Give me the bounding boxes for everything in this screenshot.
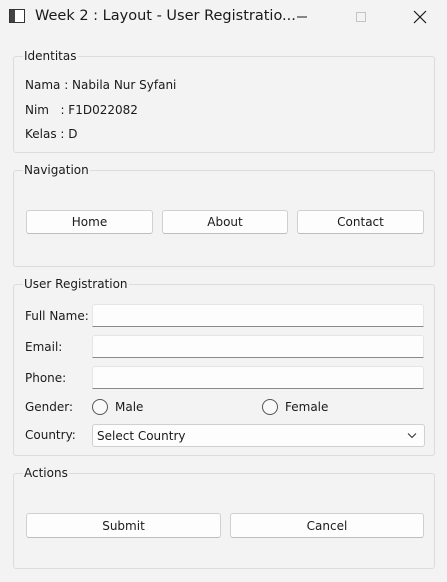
actions-group-title: Actions <box>23 466 69 480</box>
nim-label: Nim : F1D022082 <box>25 103 138 117</box>
phone-label: Phone: <box>25 371 67 385</box>
chevron-down-icon <box>407 433 417 439</box>
identitas-group-title: Identitas <box>23 49 78 63</box>
home-button[interactable]: Home <box>26 210 153 234</box>
country-label: Country: <box>25 428 76 442</box>
close-button[interactable] <box>397 0 443 34</box>
app-window-icon <box>9 9 25 23</box>
cancel-button[interactable]: Cancel <box>230 513 424 538</box>
email-label: Email: <box>25 340 63 354</box>
maximize-icon <box>356 12 366 22</box>
window-title: Week 2 : Layout - User Registratio... <box>35 8 296 24</box>
male-radio-label[interactable]: Male <box>115 400 143 414</box>
kelas-label: Kelas : D <box>25 127 78 141</box>
country-select-value: Select Country <box>97 429 186 443</box>
contact-button[interactable]: Contact <box>297 210 424 234</box>
male-radio[interactable] <box>92 399 108 415</box>
minimize-button[interactable] <box>279 0 325 34</box>
nama-label: Nama : Nabila Nur Syfani <box>25 78 177 92</box>
maximize-button[interactable] <box>338 0 384 34</box>
gender-label: Gender: <box>25 400 74 414</box>
close-icon <box>413 10 427 24</box>
title-bar: Week 2 : Layout - User Registratio... <box>0 0 447 34</box>
female-radio[interactable] <box>262 399 278 415</box>
user-registration-group-title: User Registration <box>23 277 129 291</box>
minimize-icon <box>297 16 307 18</box>
submit-button[interactable]: Submit <box>26 513 221 538</box>
email-input[interactable] <box>92 335 424 358</box>
full-name-input[interactable] <box>92 304 424 327</box>
female-radio-label[interactable]: Female <box>285 400 328 414</box>
full-name-label: Full Name: <box>25 309 89 323</box>
country-select[interactable]: Select Country <box>92 424 425 447</box>
about-button[interactable]: About <box>162 210 288 234</box>
phone-input[interactable] <box>92 366 424 389</box>
navigation-group-title: Navigation <box>23 163 90 177</box>
